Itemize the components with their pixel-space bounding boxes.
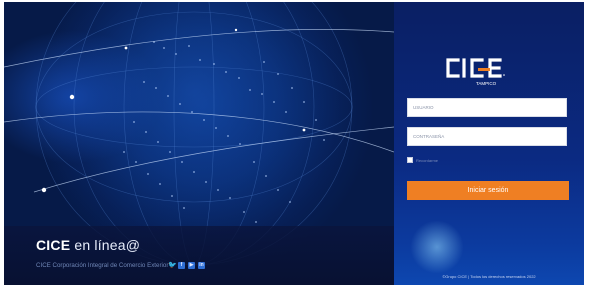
brand-title-bold: CICE: [36, 237, 71, 253]
youtube-icon[interactable]: ▶: [188, 261, 195, 269]
logo-subtitle: TAMPICO: [476, 81, 497, 86]
hero-panel: CICE en línea@ CICE Corporación Integral…: [4, 2, 394, 285]
username-input[interactable]: [407, 98, 567, 117]
social-links: 🐦 f ▶ in: [168, 261, 205, 269]
brand-subtitle: CICE Corporación Integral de Comercio Ex…: [36, 262, 169, 269]
brand-title: CICE en línea@: [36, 237, 140, 253]
remember-label: Recordarme: [416, 157, 439, 163]
login-panel: TAMPICO Recordarme Iniciar sesión ©Grupo…: [394, 2, 584, 285]
password-input[interactable]: [407, 127, 567, 146]
hero-footer-band: [4, 226, 394, 285]
brand-title-light: en línea@: [70, 237, 141, 253]
login-button[interactable]: Iniciar sesión: [407, 181, 569, 200]
remember-checkbox[interactable]: [407, 157, 413, 163]
remember-me[interactable]: Recordarme: [407, 157, 438, 163]
twitter-icon[interactable]: 🐦: [168, 262, 177, 269]
cice-logo: TAMPICO: [446, 58, 505, 86]
facebook-icon[interactable]: f: [178, 261, 185, 269]
linkedin-icon[interactable]: in: [198, 261, 205, 269]
page: CICE en línea@ CICE Corporación Integral…: [0, 0, 599, 288]
copyright-footer: ©Grupo CICE | Todos los derechos reserva…: [442, 274, 536, 279]
